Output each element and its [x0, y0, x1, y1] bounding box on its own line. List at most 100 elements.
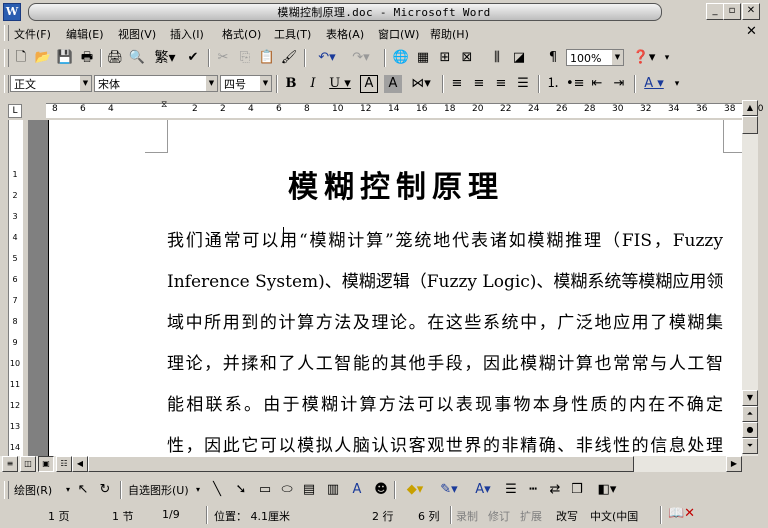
scroll-left-icon[interactable]: ◀: [72, 456, 88, 472]
print-icon[interactable]: 🖨: [106, 49, 124, 67]
distributed-icon[interactable]: ☰: [514, 75, 532, 93]
vertical-scrollbar[interactable]: ▲ ▼ ⏶ ● ⏷: [742, 100, 758, 456]
style-select[interactable]: 正文 ▼: [10, 75, 92, 92]
clip-art-icon[interactable]: ☻: [372, 481, 390, 499]
web-layout-icon[interactable]: ◫: [20, 456, 36, 472]
previous-page-icon[interactable]: ⏶: [742, 406, 758, 422]
line-icon[interactable]: ╲: [208, 481, 226, 499]
toolbar-options-icon[interactable]: ▾: [672, 75, 682, 93]
bullets-icon[interactable]: •≡: [566, 75, 585, 93]
italic-icon[interactable]: I: [304, 75, 322, 93]
rectangle-icon[interactable]: ▭: [256, 481, 274, 499]
status-record[interactable]: 录制: [456, 508, 478, 524]
status-overtype[interactable]: 改写: [556, 508, 578, 524]
toolbar-grip[interactable]: [4, 481, 9, 499]
scroll-up-icon[interactable]: ▲: [742, 100, 758, 116]
permission-icon[interactable]: 🖶: [78, 49, 96, 67]
shadow-icon[interactable]: ❒: [568, 481, 586, 499]
save-icon[interactable]: 💾: [56, 49, 74, 67]
new-document-icon[interactable]: 🗋: [12, 49, 30, 67]
dash-style-icon[interactable]: ┅: [524, 481, 542, 499]
zoom-select[interactable]: 100% ▼: [566, 49, 624, 66]
redo-icon[interactable]: ↷▾: [346, 49, 376, 67]
doc-close-icon[interactable]: ✕: [746, 24, 757, 39]
menu-tools[interactable]: 工具(T): [274, 26, 311, 42]
paste-icon[interactable]: 📋: [258, 49, 276, 67]
toolbar-options-icon[interactable]: ▾: [662, 49, 672, 67]
paragraph-line[interactable]: 理论，并揉和了人工智能的其他手段，因此模糊计算也常常与人工智: [167, 349, 723, 374]
menu-window[interactable]: 窗口(W): [378, 26, 419, 42]
menubar-grip[interactable]: [4, 25, 9, 41]
copy-icon[interactable]: ⎘: [236, 49, 254, 67]
menu-view[interactable]: 视图(V): [118, 26, 156, 42]
bold-icon[interactable]: B: [282, 75, 300, 93]
columns-icon[interactable]: ⫼: [488, 49, 506, 67]
paragraph-line[interactable]: 域中所用到的计算方法及理论。在这些系统中，广泛地应用了模糊集: [167, 308, 723, 333]
drawing-icon[interactable]: ◪: [510, 49, 528, 67]
chevron-down-icon[interactable]: ▼: [260, 76, 271, 91]
font-select[interactable]: 宋体 ▼: [94, 75, 218, 92]
character-shading-icon[interactable]: A: [384, 75, 402, 93]
text-box-icon[interactable]: ▤: [300, 481, 318, 499]
indent-marker-icon[interactable]: ⧖: [161, 100, 167, 110]
tab-selector-icon[interactable]: L: [8, 104, 22, 118]
paragraph-line[interactable]: Inference System)、模糊逻辑（Fuzzy Logic)、模糊系统…: [167, 267, 723, 292]
scroll-right-icon[interactable]: ▶: [726, 456, 742, 472]
paragraph-line[interactable]: 能相联系。由于模糊计算方法可以表现事物本身性质的内在不确定: [167, 390, 723, 415]
scroll-down-icon[interactable]: ▼: [742, 390, 758, 406]
insert-excel-icon[interactable]: ⊠: [458, 49, 476, 67]
tables-borders-icon[interactable]: ▦: [414, 49, 432, 67]
minimize-button[interactable]: _: [706, 3, 724, 20]
cut-icon[interactable]: ✂: [214, 49, 232, 67]
help-icon[interactable]: ❓▾: [630, 49, 658, 67]
arrow-style-icon[interactable]: ⇄: [546, 481, 564, 499]
document-area[interactable]: 模糊控制原理 我们通常可以用“模糊计算”笼统地代表诸如模糊推理（FIS，Fuzz…: [28, 120, 742, 456]
chevron-down-icon[interactable]: ▼: [206, 76, 217, 91]
vertical-ruler[interactable]: 1 2 3 4 5 6 7 8 9 10 11 12 13 14: [0, 120, 28, 456]
normal-view-icon[interactable]: ≡: [2, 456, 18, 472]
fill-color-icon[interactable]: ◆▾: [400, 481, 430, 499]
print-preview-icon[interactable]: 🔍: [128, 49, 146, 67]
decrease-indent-icon[interactable]: ⇤: [588, 75, 606, 93]
vertical-text-box-icon[interactable]: ▥: [324, 481, 342, 499]
show-hide-icon[interactable]: ¶: [544, 49, 562, 67]
font-color-icon[interactable]: A▾: [468, 481, 498, 499]
traditional-chinese-icon[interactable]: 繁▾: [150, 49, 180, 67]
document-page[interactable]: 模糊控制原理 我们通常可以用“模糊计算”笼统地代表诸如模糊推理（FIS，Fuzz…: [48, 120, 742, 456]
align-left-icon[interactable]: ≡: [448, 75, 466, 93]
next-page-icon[interactable]: ⏷: [742, 438, 758, 454]
undo-icon[interactable]: ↶▾: [312, 49, 342, 67]
wordart-icon[interactable]: A: [348, 481, 366, 499]
menu-file[interactable]: 文件(F): [14, 26, 51, 42]
font-color-icon[interactable]: A ▾: [640, 75, 668, 93]
maximize-button[interactable]: ▫: [723, 3, 741, 20]
menu-table[interactable]: 表格(A): [326, 26, 364, 42]
hscroll-thumb[interactable]: [88, 456, 634, 472]
toolbar-grip[interactable]: [4, 49, 9, 67]
paragraph-line[interactable]: 我们通常可以用“模糊计算”笼统地代表诸如模糊推理（FIS，Fuzzy: [167, 226, 723, 251]
character-border-icon[interactable]: A: [360, 75, 378, 93]
select-browse-object-icon[interactable]: ●: [742, 422, 758, 438]
horizontal-ruler[interactable]: L ⧖ 8 6 4 2 2 4 6 8 10 12 14 16 18 20 22 24 26 28 30 32 34 36…: [0, 100, 763, 120]
outline-view-icon[interactable]: ☷: [56, 456, 72, 472]
print-layout-icon[interactable]: ▣: [38, 456, 54, 472]
document-heading[interactable]: 模糊控制原理: [49, 162, 742, 206]
format-painter-icon[interactable]: 🖌: [280, 49, 298, 67]
status-track-changes[interactable]: 修订: [488, 508, 510, 524]
3d-style-icon[interactable]: ◧▾: [592, 481, 622, 499]
underline-icon[interactable]: U ▾: [326, 75, 354, 93]
insert-table-icon[interactable]: ⊞: [436, 49, 454, 67]
numbering-icon[interactable]: ⒈: [544, 75, 562, 93]
select-objects-icon[interactable]: ↖: [74, 481, 92, 499]
spelling-icon[interactable]: ✔: [184, 49, 202, 67]
menu-help[interactable]: 帮助(H): [430, 26, 469, 42]
draw-menu-button[interactable]: 绘图(R): [14, 482, 52, 498]
autoshapes-button[interactable]: 自选图形(U): [128, 482, 189, 498]
hyperlink-icon[interactable]: 🌐: [392, 49, 410, 67]
menu-insert[interactable]: 插入(I): [170, 26, 204, 42]
line-style-icon[interactable]: ☰: [502, 481, 520, 499]
font-size-select[interactable]: 四号 ▼: [220, 75, 272, 92]
oval-icon[interactable]: ⬭: [278, 481, 296, 499]
chevron-down-icon[interactable]: ▼: [612, 50, 623, 65]
open-folder-icon[interactable]: 📂: [34, 49, 52, 67]
